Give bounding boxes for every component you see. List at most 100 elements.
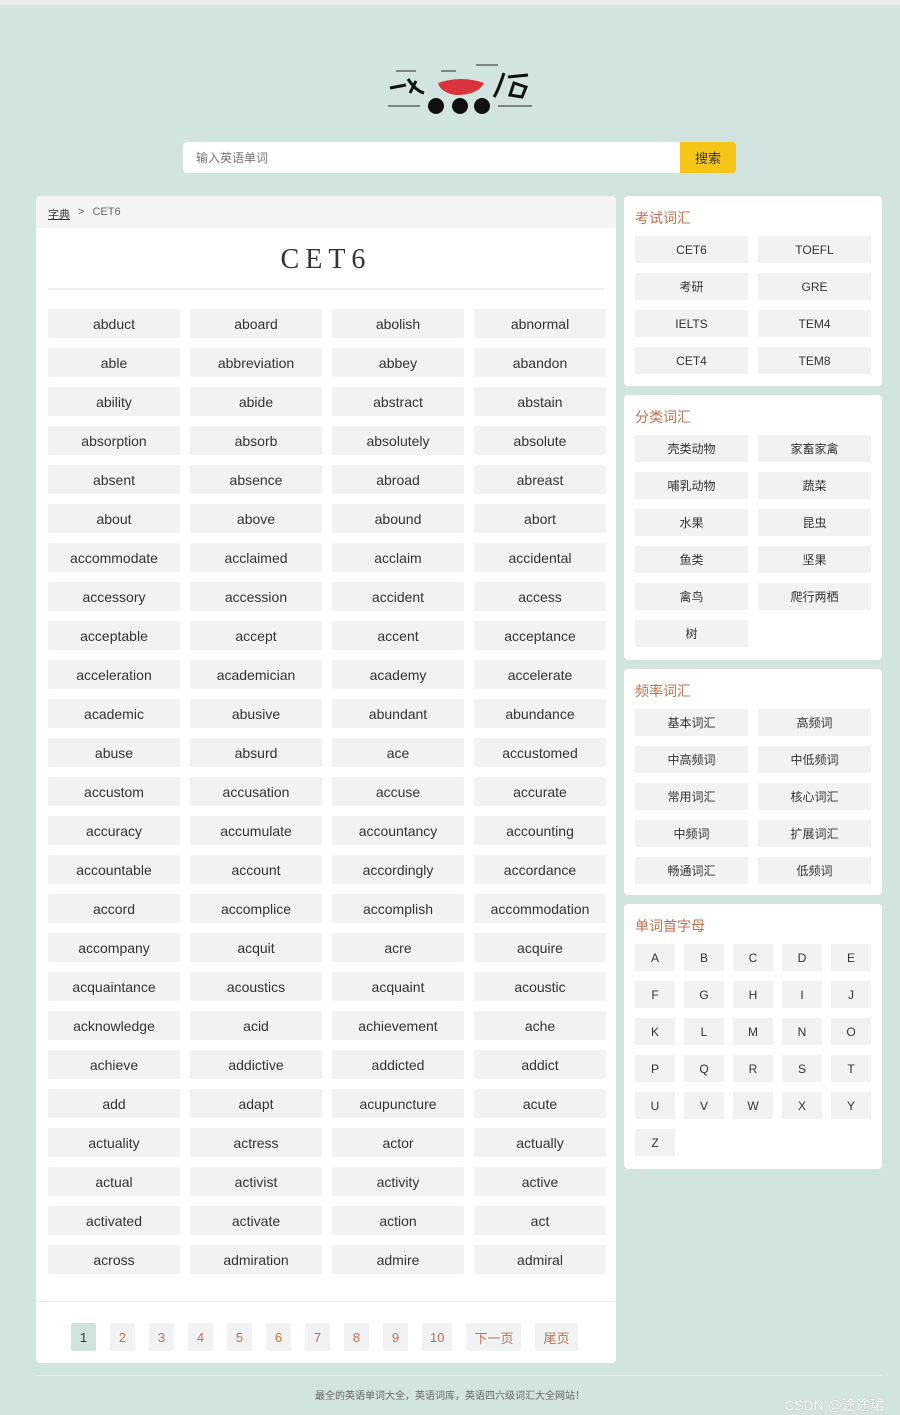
letters-tag[interactable]: P: [635, 1055, 675, 1082]
letters-tag[interactable]: D: [782, 944, 822, 971]
word-link[interactable]: actor: [332, 1128, 464, 1157]
letters-tag[interactable]: A: [635, 944, 675, 971]
word-link[interactable]: abort: [474, 504, 606, 533]
word-link[interactable]: acute: [474, 1089, 606, 1118]
word-link[interactable]: abide: [190, 387, 322, 416]
letters-tag[interactable]: S: [782, 1055, 822, 1082]
page-5-button[interactable]: 5: [227, 1323, 252, 1351]
frequency-tag[interactable]: 畅通词汇: [635, 857, 748, 884]
word-link[interactable]: above: [190, 504, 322, 533]
word-link[interactable]: accustomed: [474, 738, 606, 767]
category-tag[interactable]: 家畜家禽: [758, 435, 871, 462]
frequency-tag[interactable]: 中低频词: [758, 746, 871, 773]
word-link[interactable]: accent: [332, 621, 464, 650]
letters-tag[interactable]: G: [684, 981, 724, 1008]
category-tag[interactable]: 昆虫: [758, 509, 871, 536]
word-link[interactable]: abduct: [48, 309, 180, 338]
exam-tag[interactable]: TEM8: [758, 347, 871, 374]
word-link[interactable]: abstain: [474, 387, 606, 416]
letters-tag[interactable]: W: [733, 1092, 773, 1119]
word-link[interactable]: addict: [474, 1050, 606, 1079]
word-link[interactable]: abundance: [474, 699, 606, 728]
word-link[interactable]: abnormal: [474, 309, 606, 338]
letters-tag[interactable]: V: [684, 1092, 724, 1119]
word-link[interactable]: abuse: [48, 738, 180, 767]
page-1-button[interactable]: 1: [71, 1323, 96, 1351]
exam-tag[interactable]: IELTS: [635, 310, 748, 337]
letters-tag[interactable]: N: [782, 1018, 822, 1045]
letters-tag[interactable]: B: [684, 944, 724, 971]
letters-tag[interactable]: T: [831, 1055, 871, 1082]
word-link[interactable]: acre: [332, 933, 464, 962]
word-link[interactable]: accompany: [48, 933, 180, 962]
word-link[interactable]: actual: [48, 1167, 180, 1196]
word-link[interactable]: accuracy: [48, 816, 180, 845]
letters-tag[interactable]: Q: [684, 1055, 724, 1082]
word-link[interactable]: academician: [190, 660, 322, 689]
word-link[interactable]: abound: [332, 504, 464, 533]
page-4-button[interactable]: 4: [188, 1323, 213, 1351]
search-input[interactable]: [183, 142, 680, 173]
word-link[interactable]: ability: [48, 387, 180, 416]
page-8-button[interactable]: 8: [344, 1323, 369, 1351]
word-link[interactable]: achieve: [48, 1050, 180, 1079]
word-link[interactable]: acclaimed: [190, 543, 322, 572]
frequency-tag[interactable]: 中高频词: [635, 746, 748, 773]
word-link[interactable]: about: [48, 504, 180, 533]
page-10-button[interactable]: 10: [422, 1323, 453, 1351]
letters-tag[interactable]: H: [733, 981, 773, 1008]
word-link[interactable]: actuality: [48, 1128, 180, 1157]
word-link[interactable]: actually: [474, 1128, 606, 1157]
letters-tag[interactable]: J: [831, 981, 871, 1008]
word-link[interactable]: abbey: [332, 348, 464, 377]
letters-tag[interactable]: E: [831, 944, 871, 971]
page-3-button[interactable]: 3: [149, 1323, 174, 1351]
category-tag[interactable]: 壳类动物: [635, 435, 748, 462]
word-link[interactable]: absolutely: [332, 426, 464, 455]
word-link[interactable]: acquaintance: [48, 972, 180, 1001]
word-link[interactable]: accidental: [474, 543, 606, 572]
word-link[interactable]: accept: [190, 621, 322, 650]
word-link[interactable]: accustom: [48, 777, 180, 806]
page-9-button[interactable]: 9: [383, 1323, 408, 1351]
page-6-button[interactable]: 6: [266, 1323, 291, 1351]
frequency-tag[interactable]: 低频词: [758, 857, 871, 884]
word-link[interactable]: activity: [332, 1167, 464, 1196]
word-link[interactable]: ache: [474, 1011, 606, 1040]
letters-tag[interactable]: M: [733, 1018, 773, 1045]
letters-tag[interactable]: R: [733, 1055, 773, 1082]
word-link[interactable]: active: [474, 1167, 606, 1196]
word-link[interactable]: able: [48, 348, 180, 377]
exam-tag[interactable]: GRE: [758, 273, 871, 300]
word-link[interactable]: across: [48, 1245, 180, 1274]
word-link[interactable]: adapt: [190, 1089, 322, 1118]
category-tag[interactable]: 蔬菜: [758, 472, 871, 499]
word-link[interactable]: activate: [190, 1206, 322, 1235]
letters-tag[interactable]: C: [733, 944, 773, 971]
category-tag[interactable]: 水果: [635, 509, 748, 536]
letters-tag[interactable]: L: [684, 1018, 724, 1045]
word-link[interactable]: accounting: [474, 816, 606, 845]
word-link[interactable]: accelerate: [474, 660, 606, 689]
word-link[interactable]: absent: [48, 465, 180, 494]
word-link[interactable]: accordance: [474, 855, 606, 884]
category-tag[interactable]: 爬行两栖: [758, 583, 871, 610]
word-link[interactable]: aboard: [190, 309, 322, 338]
word-link[interactable]: abundant: [332, 699, 464, 728]
next-page-button[interactable]: 下一页: [466, 1323, 522, 1351]
exam-tag[interactable]: CET4: [635, 347, 748, 374]
word-link[interactable]: accumulate: [190, 816, 322, 845]
word-link[interactable]: acquaint: [332, 972, 464, 1001]
word-link[interactable]: abandon: [474, 348, 606, 377]
word-link[interactable]: acceptable: [48, 621, 180, 650]
category-tag[interactable]: 禽鸟: [635, 583, 748, 610]
word-link[interactable]: accusation: [190, 777, 322, 806]
word-link[interactable]: absurd: [190, 738, 322, 767]
exam-tag[interactable]: TEM4: [758, 310, 871, 337]
word-link[interactable]: admiration: [190, 1245, 322, 1274]
word-link[interactable]: acceleration: [48, 660, 180, 689]
word-link[interactable]: action: [332, 1206, 464, 1235]
word-link[interactable]: absolute: [474, 426, 606, 455]
word-link[interactable]: accord: [48, 894, 180, 923]
letters-tag[interactable]: Y: [831, 1092, 871, 1119]
